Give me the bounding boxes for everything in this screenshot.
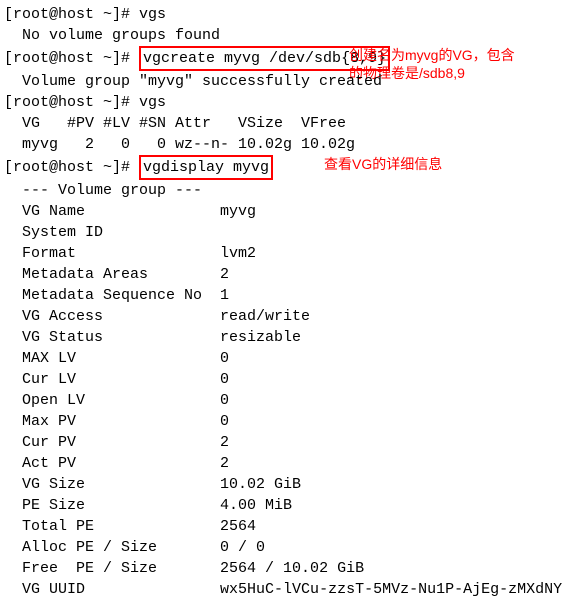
open-lv-row: Open LV 0 bbox=[4, 390, 570, 411]
label-max-pv: Max PV bbox=[4, 413, 220, 430]
system-id-row: System ID bbox=[4, 222, 570, 243]
label-max-lv: MAX LV bbox=[4, 350, 220, 367]
value-max-pv: 0 bbox=[220, 413, 229, 430]
value-vg-uuid: wx5HuC-lVCu-zzsT-5MVz-Nu1P-AjEg-zMXdNY bbox=[220, 581, 562, 598]
vgs-row: myvg 2 0 0 wz--n- 10.02g 10.02g bbox=[4, 134, 570, 155]
vg-access-row: VG Access read/write bbox=[4, 306, 570, 327]
output-created: Volume group "myvg" successfully created bbox=[4, 71, 570, 92]
cmd-vgdisplay-highlighted: vgdisplay myvg bbox=[139, 155, 273, 180]
value-free-pe: 2564 / 10.02 GiB bbox=[220, 560, 364, 577]
max-lv-row: MAX LV 0 bbox=[4, 348, 570, 369]
annotation-create-vg-line1: 创建名为myvg的VG，包含 bbox=[349, 46, 515, 66]
output-no-groups: No volume groups found bbox=[4, 25, 570, 46]
label-vg-access: VG Access bbox=[4, 308, 220, 325]
vg-name-row: VG Name myvg bbox=[4, 201, 570, 222]
vg-size-row: VG Size 10.02 GiB bbox=[4, 474, 570, 495]
label-act-pv: Act PV bbox=[4, 455, 220, 472]
cur-lv-row: Cur LV 0 bbox=[4, 369, 570, 390]
label-metadata-areas: Metadata Areas bbox=[4, 266, 220, 283]
metadata-areas-row: Metadata Areas 2 bbox=[4, 264, 570, 285]
value-act-pv: 2 bbox=[220, 455, 229, 472]
label-format: Format bbox=[4, 245, 220, 262]
pe-size-row: PE Size 4.00 MiB bbox=[4, 495, 570, 516]
label-alloc-pe: Alloc PE / Size bbox=[4, 539, 220, 556]
vgdisplay-title: --- Volume group --- bbox=[4, 180, 570, 201]
prompt: [root@host ~]# bbox=[4, 50, 139, 67]
label-pe-size: PE Size bbox=[4, 497, 220, 514]
value-pe-size: 4.00 MiB bbox=[220, 497, 292, 514]
label-total-pe: Total PE bbox=[4, 518, 220, 535]
vg-uuid-row: VG UUID wx5HuC-lVCu-zzsT-5MVz-Nu1P-AjEg-… bbox=[4, 579, 570, 600]
vg-status-row: VG Status resizable bbox=[4, 327, 570, 348]
label-vg-size: VG Size bbox=[4, 476, 220, 493]
value-vg-size: 10.02 GiB bbox=[220, 476, 301, 493]
prompt: [root@host ~]# bbox=[4, 159, 139, 176]
cmd-line-vgdisplay: [root@host ~]# vgdisplay myvg 查看VG的详细信息 bbox=[4, 155, 570, 180]
cur-pv-row: Cur PV 2 bbox=[4, 432, 570, 453]
value-metadata-seq: 1 bbox=[220, 287, 229, 304]
format-row: Format lvm2 bbox=[4, 243, 570, 264]
label-cur-lv: Cur LV bbox=[4, 371, 220, 388]
value-vg-name: myvg bbox=[220, 203, 256, 220]
cmd-line-vgs1: [root@host ~]# vgs bbox=[4, 4, 570, 25]
prompt: [root@host ~]# bbox=[4, 94, 139, 111]
value-cur-pv: 2 bbox=[220, 434, 229, 451]
value-total-pe: 2564 bbox=[220, 518, 256, 535]
label-free-pe: Free PE / Size bbox=[4, 560, 220, 577]
act-pv-row: Act PV 2 bbox=[4, 453, 570, 474]
cmd-vgs: vgs bbox=[139, 94, 166, 111]
vgs-header: VG #PV #LV #SN Attr VSize VFree bbox=[4, 113, 570, 134]
label-vg-status: VG Status bbox=[4, 329, 220, 346]
value-format: lvm2 bbox=[220, 245, 256, 262]
metadata-seq-row: Metadata Sequence No 1 bbox=[4, 285, 570, 306]
prompt: [root@host ~]# bbox=[4, 6, 139, 23]
alloc-pe-row: Alloc PE / Size 0 / 0 bbox=[4, 537, 570, 558]
value-open-lv: 0 bbox=[220, 392, 229, 409]
label-system-id: System ID bbox=[4, 224, 220, 241]
cmd-line-vgcreate: [root@host ~]# vgcreate myvg /dev/sdb{8,… bbox=[4, 46, 570, 71]
value-metadata-areas: 2 bbox=[220, 266, 229, 283]
label-vg-name: VG Name bbox=[4, 203, 220, 220]
value-vg-status: resizable bbox=[220, 329, 301, 346]
value-cur-lv: 0 bbox=[220, 371, 229, 388]
free-pe-row: Free PE / Size 2564 / 10.02 GiB bbox=[4, 558, 570, 579]
cmd-vgs: vgs bbox=[139, 6, 166, 23]
cmd-line-vgs2: [root@host ~]# vgs bbox=[4, 92, 570, 113]
total-pe-row: Total PE 2564 bbox=[4, 516, 570, 537]
label-open-lv: Open LV bbox=[4, 392, 220, 409]
value-max-lv: 0 bbox=[220, 350, 229, 367]
max-pv-row: Max PV 0 bbox=[4, 411, 570, 432]
value-vg-access: read/write bbox=[220, 308, 310, 325]
label-vg-uuid: VG UUID bbox=[4, 581, 220, 598]
label-cur-pv: Cur PV bbox=[4, 434, 220, 451]
annotation-view-vg: 查看VG的详细信息 bbox=[324, 155, 442, 175]
label-metadata-seq: Metadata Sequence No bbox=[4, 287, 220, 304]
value-alloc-pe: 0 / 0 bbox=[220, 539, 265, 556]
